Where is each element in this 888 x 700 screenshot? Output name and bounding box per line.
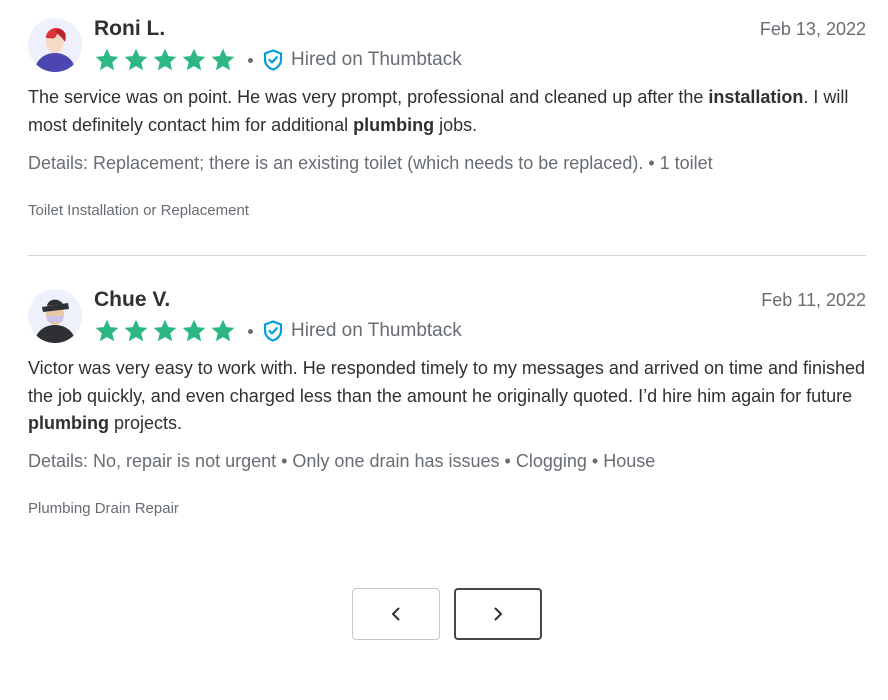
- review-divider: [28, 255, 866, 256]
- review-date: Feb 13, 2022: [759, 19, 866, 39]
- service-category: Plumbing Drain Repair: [28, 500, 179, 517]
- person-avatar-icon: [28, 18, 82, 72]
- star-icon: [211, 48, 235, 71]
- review-text-segment: jobs.: [434, 114, 478, 135]
- hired-on-thumbtack-label: Hired on Thumbtack: [291, 49, 462, 70]
- next-page-button[interactable]: [454, 588, 542, 640]
- star-icon: [124, 319, 148, 342]
- review-text-segment: The service was on point. He was very pr…: [28, 87, 709, 107]
- star-icon: [211, 319, 235, 342]
- star-icon: [153, 48, 177, 71]
- review-text-highlight: installation: [708, 87, 804, 107]
- review-date: Feb 11, 2022: [761, 290, 866, 310]
- shield-check-icon: [263, 320, 283, 342]
- pagination: [352, 588, 542, 640]
- review-text-segment: projects.: [108, 413, 183, 433]
- star-icon: [182, 319, 206, 342]
- separator-dot: [248, 57, 253, 63]
- rating-row: Hired on Thumbtack: [94, 46, 462, 74]
- reviewer-avatar: [28, 18, 82, 72]
- reviewer-name: Roni L.: [94, 17, 166, 40]
- star-icon: [124, 48, 148, 71]
- reviewer-name: Chue V.: [94, 288, 171, 311]
- star-icon: [95, 319, 119, 342]
- service-category: Toilet Installation or Replacement: [28, 202, 249, 219]
- review-text-segment: Victor was very easy to work with. He re…: [28, 358, 866, 406]
- review-text-highlight: plumbing: [353, 114, 435, 135]
- hired-on-thumbtack-label: Hired on Thumbtack: [291, 320, 462, 341]
- separator-dot: [248, 328, 253, 334]
- review-details: Details: Replacement; there is an existi…: [28, 153, 713, 173]
- chevron-left-icon: [392, 607, 400, 621]
- review-text-highlight: plumbing: [28, 413, 109, 433]
- star-icon: [182, 48, 206, 71]
- star-rating: [94, 47, 239, 73]
- star-icon: [153, 319, 177, 342]
- rating-row: Hired on Thumbtack: [94, 317, 462, 345]
- star-rating: [94, 318, 239, 344]
- previous-page-button[interactable]: [352, 588, 440, 640]
- shield-check-icon: [263, 49, 283, 71]
- person-avatar-icon: [28, 289, 82, 343]
- star-icon: [95, 48, 119, 71]
- review-text: Victor was very easy to work with. He re…: [28, 355, 866, 438]
- reviewer-avatar: [28, 289, 82, 343]
- review-details: Details: No, repair is not urgent • Only…: [28, 451, 656, 471]
- chevron-right-icon: [494, 607, 502, 621]
- review-text: The service was on point. He was very pr…: [28, 84, 866, 139]
